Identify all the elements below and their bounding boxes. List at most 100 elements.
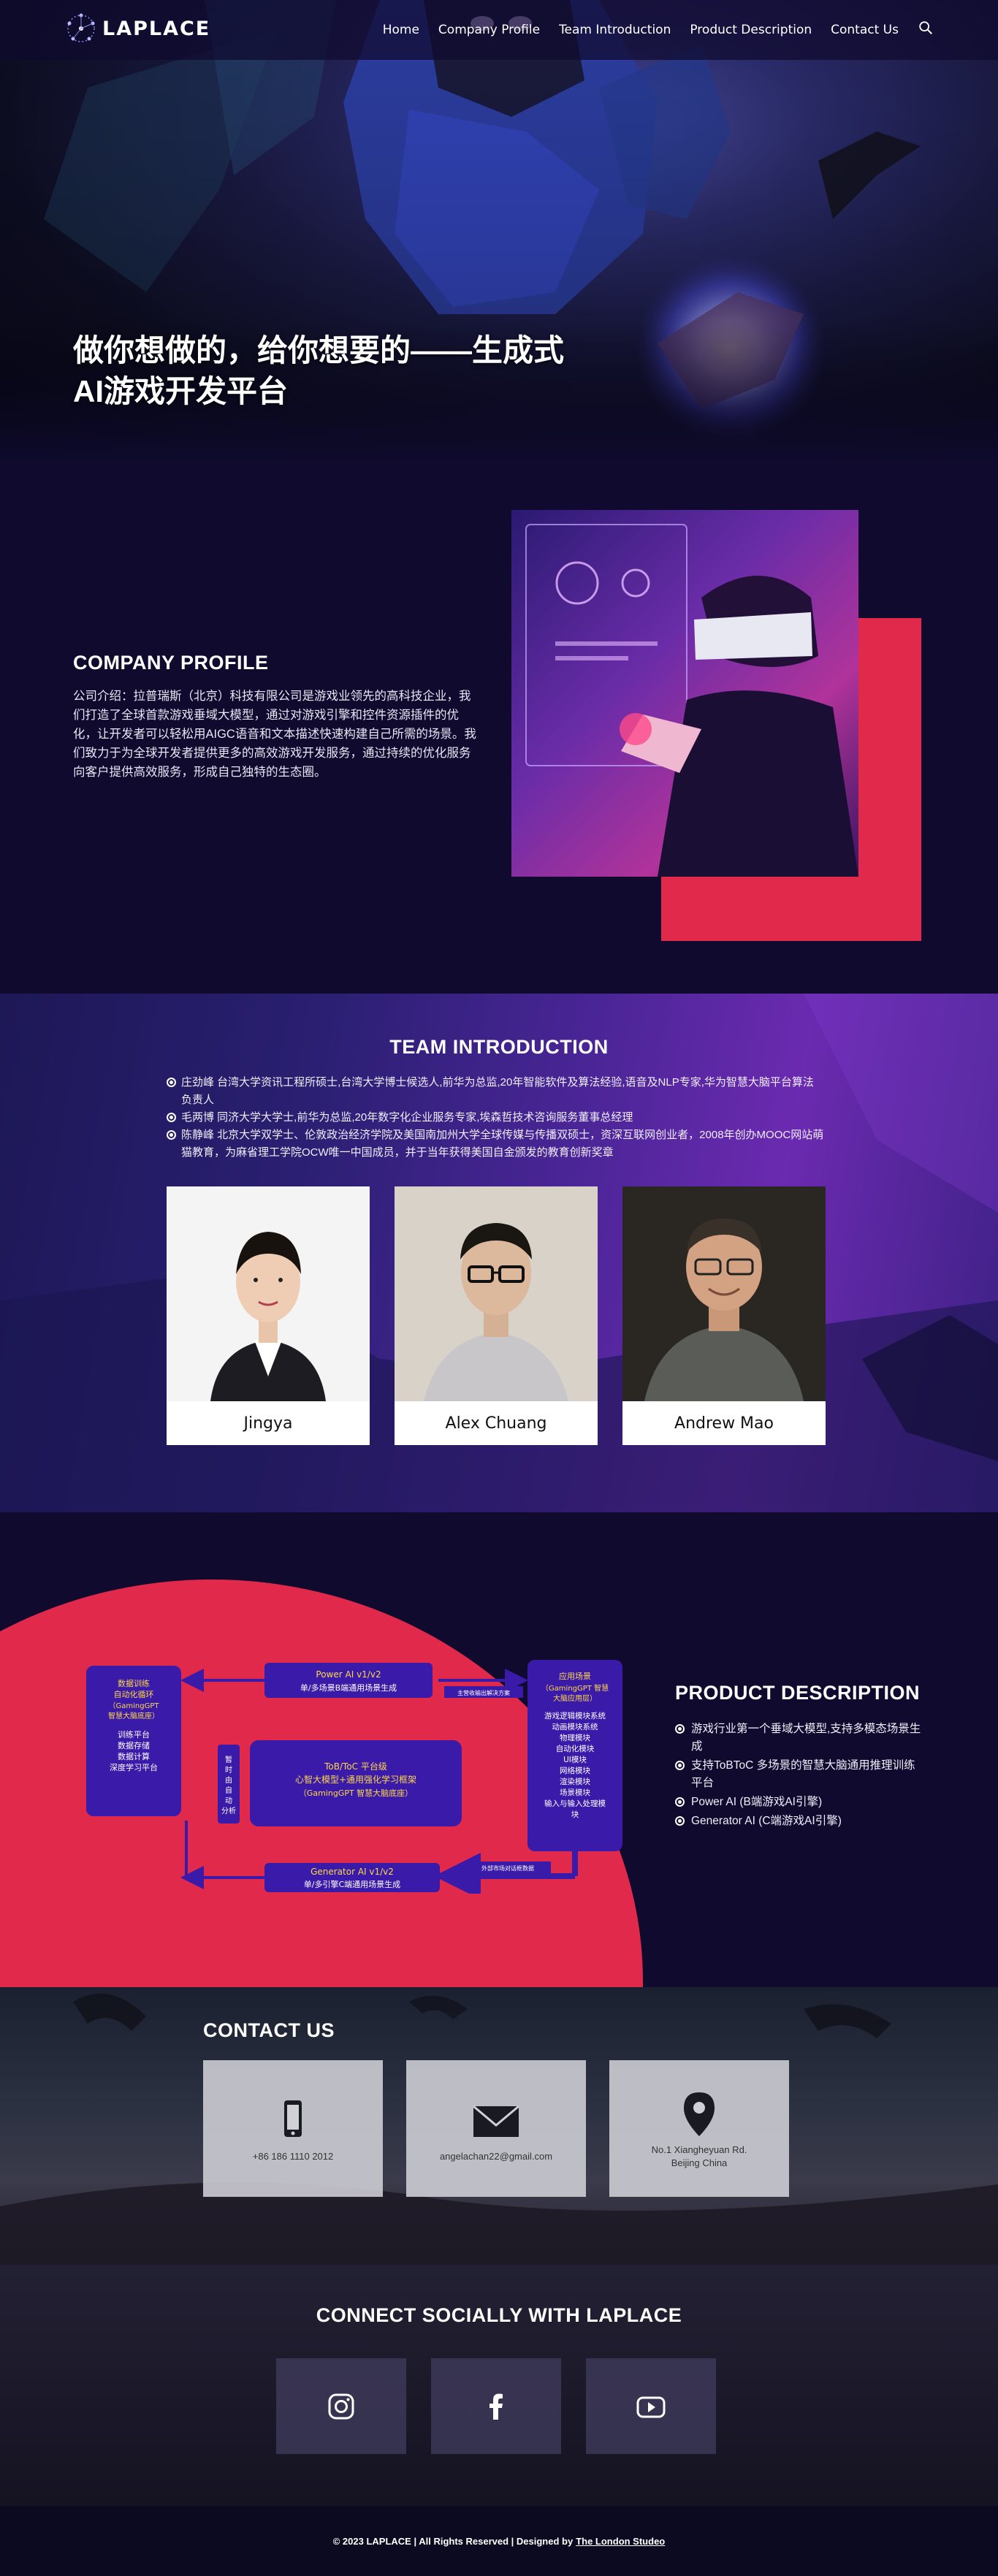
- svg-text:深度学习平台: 深度学习平台: [110, 1762, 158, 1772]
- svg-text:渲染模块: 渲染模块: [560, 1777, 590, 1786]
- company-profile-section: COMPANY PROFILE 公司介绍：拉普瑞斯（北京）科技有限公司是游戏业领…: [0, 460, 998, 994]
- product-feature-item: 支持ToBToC 多场景的智慧大脑通用推理训练平台: [675, 1757, 923, 1792]
- team-bio-item: 毛两博 同济大学大学士,前华为总监,20年数字化企业服务专家,埃森哲技术咨询服务…: [167, 1109, 824, 1127]
- profile-body-text: 公司介绍：拉普瑞斯（北京）科技有限公司是游戏业领先的高科技企业，我们打造了全球首…: [73, 690, 476, 779]
- svg-text:数据计算: 数据计算: [118, 1751, 150, 1761]
- map-pin-icon: [684, 2092, 715, 2136]
- designer-link[interactable]: The London Studeo: [576, 2536, 665, 2547]
- product-feature-item: 游戏行业第一个垂域大模型,支持多模态场景生成: [675, 1720, 923, 1756]
- svg-text:大脑应用层）: 大脑应用层）: [553, 1693, 597, 1703]
- hero-title-line2: AI游戏开发平台: [73, 374, 289, 408]
- hero-title: 做你想做的，给你想要的——生成式 AI游戏开发平台: [73, 330, 564, 412]
- bullet-icon: [675, 1761, 685, 1770]
- logo-text: LAPLACE: [102, 17, 211, 40]
- contact-address-text: No.1 Xiangheyuan Rd. Beijing China: [651, 2144, 747, 2168]
- bullet-icon: [167, 1113, 176, 1122]
- svg-text:应用场景: 应用场景: [559, 1671, 591, 1681]
- team-bio-item: 陈静峰 北京大学双学士、伦敦政治经济学院及美国南加州大学全球传媒与传播双硕士，资…: [167, 1127, 824, 1162]
- team-card-alex-chuang: Alex Chuang: [395, 1186, 598, 1445]
- svg-text:外部市场对话框数据: 外部市场对话框数据: [481, 1864, 534, 1872]
- bullet-icon: [675, 1724, 685, 1734]
- phone-icon: [284, 2100, 302, 2137]
- contact-card-address[interactable]: No.1 Xiangheyuan Rd. Beijing China: [609, 2060, 789, 2197]
- hero-banner: 做你想做的，给你想要的——生成式 AI游戏开发平台: [0, 0, 998, 460]
- contact-phone-text: +86 186 1110 2012: [252, 2150, 334, 2162]
- facebook-button[interactable]: [431, 2358, 561, 2454]
- search-icon[interactable]: [918, 20, 934, 36]
- site-footer: © 2023 LAPLACE | All Rights Reserved | D…: [0, 2506, 998, 2576]
- svg-text:单/多引擎C端通用场景生成: 单/多引擎C端通用场景生成: [304, 1879, 400, 1889]
- contact-heading: CONTACT US: [203, 2019, 335, 2041]
- svg-text:单/多场景B端通用场景生成: 单/多场景B端通用场景生成: [300, 1683, 397, 1693]
- svg-text:分析: 分析: [221, 1806, 236, 1815]
- svg-text:游戏逻辑模块系统: 游戏逻辑模块系统: [544, 1711, 606, 1720]
- svg-text:主营收输出解决方案: 主营收输出解决方案: [457, 1689, 510, 1696]
- instagram-icon: [328, 2393, 354, 2419]
- logo-icon: [67, 13, 95, 42]
- team-card-jingya: Jingya: [167, 1186, 370, 1445]
- nav-contact-us[interactable]: Contact Us: [831, 23, 899, 37]
- vr-person-illustration: [525, 524, 858, 877]
- bullet-icon: [675, 1797, 685, 1807]
- contact-card-email[interactable]: angelachan22@gmail.com: [406, 2060, 586, 2197]
- svg-text:动: 动: [225, 1796, 232, 1805]
- svg-text:块: 块: [571, 1810, 579, 1819]
- profile-heading: COMPANY PROFILE: [73, 652, 269, 674]
- product-feature-list: 游戏行业第一个垂域大模型,支持多模态场景生成 支持ToBToC 多场景的智慧大脑…: [675, 1720, 923, 1832]
- svg-text:（GamingGPT 智慧大脑底座）: （GamingGPT 智慧大脑底座）: [299, 1788, 413, 1798]
- product-heading: PRODUCT DESCRIPTION: [675, 1682, 921, 1704]
- team-card-andrew-mao: Andrew Mao: [622, 1186, 826, 1445]
- product-description-section: 数据训练 自动化循环 （GamingGPT 智慧大脑底座） 训练平台 数据存储 …: [0, 1512, 998, 1987]
- product-feature-item: Power AI (B端游戏AI引擎): [675, 1794, 923, 1811]
- bullet-icon: [167, 1078, 176, 1087]
- nav-company-profile[interactable]: Company Profile: [438, 23, 540, 37]
- nav-product-description[interactable]: Product Description: [690, 23, 812, 37]
- svg-text:心智大模型+通用强化学习框架: 心智大模型+通用强化学习框架: [295, 1774, 416, 1785]
- member-photo: [622, 1186, 826, 1401]
- nav-team-introduction[interactable]: Team Introduction: [559, 23, 671, 37]
- copyright-text: © 2023 LAPLACE | All Rights Reserved | D…: [332, 2535, 574, 2547]
- team-heading: TEAM INTRODUCTION: [389, 1036, 609, 1058]
- envelope-icon: [473, 2105, 519, 2137]
- team-bio-item: 庄劲峰 台湾大学资讯工程所硕士,台湾大学博士候选人,前华为总监,20年智能软件及…: [167, 1074, 824, 1109]
- svg-text:时: 时: [225, 1766, 232, 1775]
- facebook-icon: [490, 2393, 503, 2420]
- svg-text:网络模块: 网络模块: [560, 1766, 590, 1775]
- svg-text:智慧大脑底座）: 智慧大脑底座）: [108, 1711, 159, 1720]
- social-heading: CONNECT SOCIALLY WITH LAPLACE: [316, 2304, 682, 2326]
- svg-text:数据存储: 数据存储: [118, 1740, 150, 1750]
- svg-text:自动化循环: 自动化循环: [114, 1689, 154, 1699]
- team-bio-list: 庄劲峰 台湾大学资讯工程所硕士,台湾大学博士候选人,前华为总监,20年智能软件及…: [167, 1074, 824, 1162]
- svg-text:训练平台: 训练平台: [118, 1729, 150, 1739]
- product-feature-item: Generator AI (C端游戏AI引擎): [675, 1813, 923, 1830]
- vr-headset-image: [511, 510, 858, 877]
- logo[interactable]: LAPLACE: [64, 12, 210, 45]
- svg-text:暂: 暂: [225, 1756, 232, 1764]
- contact-email-text: angelachan22@gmail.com: [439, 2150, 553, 2162]
- svg-text:动画模块系统: 动画模块系统: [552, 1722, 598, 1731]
- svg-text:物理模块: 物理模块: [560, 1733, 590, 1742]
- svg-text:输入与输入处理模: 输入与输入处理模: [544, 1799, 606, 1808]
- hero-title-line1: 做你想做的，给你想要的——生成式: [73, 333, 565, 367]
- main-nav: Home Company Profile Team Introduction P…: [383, 0, 934, 60]
- svg-text:UI模块: UI模块: [563, 1756, 587, 1764]
- svg-text:数据训练: 数据训练: [118, 1678, 150, 1688]
- svg-text:ToB/ToC 平台级: ToB/ToC 平台级: [324, 1761, 387, 1772]
- product-architecture-diagram: 数据训练 自动化循环 （GamingGPT 智慧大脑底座） 训练平台 数据存储 …: [86, 1660, 622, 1894]
- svg-text:由: 由: [225, 1775, 232, 1785]
- svg-text:自: 自: [225, 1786, 232, 1795]
- svg-text:自动化模块: 自动化模块: [556, 1744, 595, 1753]
- social-section: CONNECT SOCIALLY WITH LAPLACE: [0, 2265, 998, 2506]
- contact-section: CONTACT US +86 186 1110 2012 angelachan2…: [0, 1987, 998, 2265]
- instagram-button[interactable]: [276, 2358, 406, 2454]
- team-introduction-section: TEAM INTRODUCTION 庄劲峰 台湾大学资讯工程所硕士,台湾大学博士…: [0, 994, 998, 1512]
- site-header: LAPLACE Home Company Profile Team Introd…: [0, 0, 998, 60]
- member-name: Alex Chuang: [445, 1414, 547, 1433]
- contact-card-phone[interactable]: +86 186 1110 2012: [203, 2060, 383, 2197]
- svg-text:（GamingGPT: （GamingGPT: [109, 1702, 160, 1710]
- svg-text:Power AI v1/v2: Power AI v1/v2: [316, 1669, 381, 1680]
- member-name: Jingya: [243, 1414, 293, 1433]
- youtube-button[interactable]: [586, 2358, 716, 2454]
- nav-home[interactable]: Home: [383, 23, 419, 37]
- svg-text:（GamingGPT 智慧: （GamingGPT 智慧: [541, 1683, 609, 1693]
